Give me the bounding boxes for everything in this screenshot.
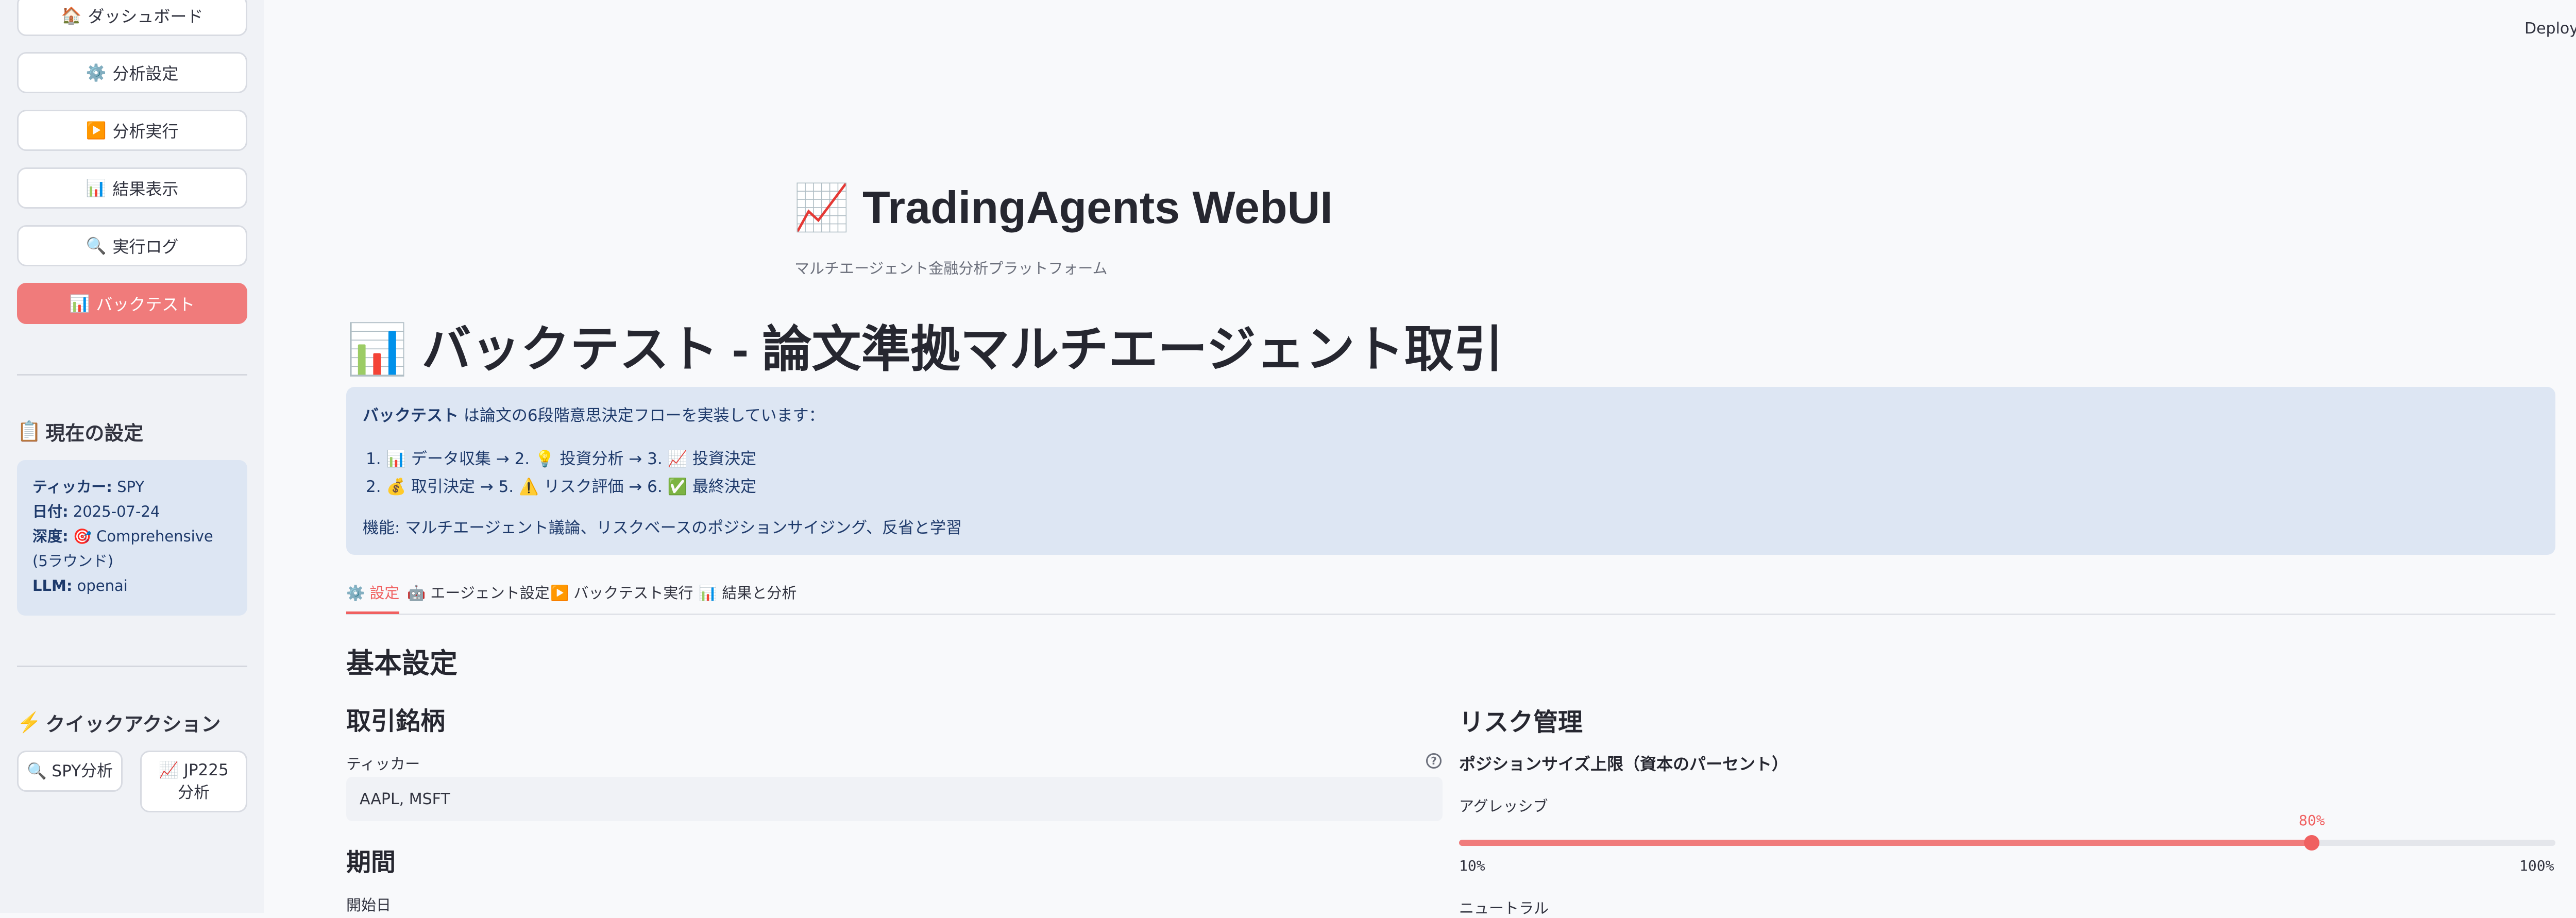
play-icon: ▶️ <box>86 121 107 140</box>
nav-logs-label: 実行ログ <box>112 237 179 257</box>
sidebar: 🏠 ダッシュボード ⚙️ 分析設定 ▶️ 分析実行 📊 結果表示 🔍 実行ログ … <box>0 0 264 913</box>
backtest-tabs: ⚙️ 設定 🤖 エージェント設定 ▶️ バックテスト実行 📊 結果と分析 <box>346 577 2555 615</box>
nav-dashboard-button[interactable]: 🏠 ダッシュボード <box>17 0 247 36</box>
nav-backtest-label: バックテスト <box>96 295 195 314</box>
info-intro-text: は論文の6段階意思決定フローを実装しています： <box>459 406 825 425</box>
aggressive-slider[interactable]: 80% <box>1459 812 2555 851</box>
info-step-1-number: 1. <box>366 450 381 468</box>
sidebar-divider <box>17 374 247 376</box>
ticker-label: ティッカー <box>346 755 420 773</box>
deploy-button[interactable]: Deploy <box>2524 20 2576 38</box>
current-settings-title: 現在の設定 <box>45 423 144 445</box>
bar-chart-icon: 📊 <box>86 178 107 198</box>
help-icon[interactable]: ? <box>1426 753 1442 769</box>
setting-ticker: ティッカー: SPY <box>32 474 232 499</box>
aggressive-label: アグレッシブ <box>1459 797 1548 815</box>
nav-backtest-button[interactable]: 📊 バックテスト <box>17 283 247 324</box>
setting-date: 日付: 2025-07-24 <box>32 499 232 524</box>
tab-results-analysis[interactable]: 📊 結果と分析 <box>699 581 796 614</box>
trading-symbols-heading: 取引銘柄 <box>346 708 446 735</box>
info-step-2-number: 2. <box>366 478 381 496</box>
start-date-label: 開始日 <box>346 896 392 914</box>
info-step-2: 2. 💰 取引決定 → 5. ⚠️ リスク評価 → 6. ✅ 最終決定 <box>366 473 756 497</box>
bar-chart-icon: 📊 <box>69 294 90 313</box>
info-step-2-text: 💰 取引決定 → 5. ⚠️ リスク評価 → 6. ✅ 最終決定 <box>386 478 757 496</box>
lightning-icon: ⚡ <box>17 711 42 734</box>
quick-actions-heading: ⚡ クイックアクション <box>17 708 221 737</box>
aggressive-slider-value: 80% <box>2298 812 2325 829</box>
spy-analysis-button[interactable]: 🔍 SPY分析 <box>17 751 123 792</box>
info-step-1: 1. 📊 データ収集 → 2. 💡 投資分析 → 3. 📈 投資決定 <box>366 446 756 469</box>
info-intro-bold: バックテスト <box>363 406 459 425</box>
slider-min-label: 10% <box>1459 857 1485 874</box>
jp225-analysis-button[interactable]: 📈 JP225分析 <box>140 751 247 812</box>
tab-run-backtest[interactable]: ▶️ バックテスト実行 <box>550 581 693 614</box>
setting-ticker-label: ティッカー: <box>32 478 112 496</box>
tab-agent-settings[interactable]: 🤖 エージェント設定 <box>407 581 550 614</box>
setting-llm-value: openai <box>77 577 128 594</box>
magnifier-icon: 🔍 <box>86 236 107 256</box>
slider-max-label: 100% <box>2519 857 2554 874</box>
nav-results-label: 結果表示 <box>112 179 179 199</box>
info-features: 機能: マルチエージェント議論、リスクベースのポジションサイジング、反省と学習 <box>363 519 962 537</box>
ticker-input[interactable] <box>346 777 1443 821</box>
nav-run-analysis-button[interactable]: ▶️ 分析実行 <box>17 110 247 151</box>
page-title: 📊 バックテスト - 論文準拠マルチエージェント取引 <box>346 322 1503 377</box>
setting-ticker-value: SPY <box>117 478 145 496</box>
gear-icon: ⚙️ <box>86 63 107 82</box>
neutral-label: ニュートラル <box>1459 899 1549 917</box>
setting-depth: 深度: 🎯 Comprehensive (5ラウンド) <box>32 524 232 573</box>
tab-settings[interactable]: ⚙️ 設定 <box>346 581 400 614</box>
nav-logs-button[interactable]: 🔍 実行ログ <box>17 225 247 266</box>
period-heading: 期間 <box>346 849 396 876</box>
aggressive-slider-thumb[interactable] <box>2304 835 2320 851</box>
current-settings-heading: 📋 現在の設定 <box>17 417 143 446</box>
nav-dashboard-label: ダッシュボード <box>88 7 204 26</box>
risk-management-heading: リスク管理 <box>1459 709 1583 736</box>
house-icon: 🏠 <box>61 6 82 25</box>
setting-depth-label: 深度: <box>32 528 69 545</box>
quick-actions-title: クイックアクション <box>45 714 221 736</box>
info-step-1-text: 📊 データ収集 → 2. 💡 投資分析 → 3. 📈 投資決定 <box>386 450 757 468</box>
setting-date-value: 2025-07-24 <box>73 503 160 520</box>
backtest-info-box: バックテスト は論文の6段階意思決定フローを実装しています： 1. 📊 データ収… <box>346 387 2555 555</box>
nav-run-analysis-label: 分析実行 <box>112 122 179 141</box>
basic-settings-heading: 基本設定 <box>346 648 457 679</box>
nav-results-button[interactable]: 📊 結果表示 <box>17 167 247 209</box>
info-intro: バックテスト は論文の6段階意思決定フローを実装しています： <box>363 402 825 426</box>
setting-llm: LLM: openai <box>32 573 232 598</box>
position-cap-heading: ポジションサイズ上限（資本のパーセント） <box>1459 755 1789 773</box>
clipboard-icon: 📋 <box>17 420 42 443</box>
setting-llm-label: LLM: <box>32 577 73 594</box>
app-title: 📈 TradingAgents WebUI <box>793 182 1333 233</box>
current-settings-box: ティッカー: SPY 日付: 2025-07-24 深度: 🎯 Comprehe… <box>17 460 247 616</box>
nav-analysis-settings-button[interactable]: ⚙️ 分析設定 <box>17 52 247 93</box>
app-subtitle: マルチエージェント金融分析プラットフォーム <box>794 260 1108 277</box>
setting-date-label: 日付: <box>32 503 69 520</box>
sidebar-divider <box>17 666 247 667</box>
nav-analysis-settings-label: 分析設定 <box>112 64 179 83</box>
aggressive-slider-fill <box>1459 840 2312 846</box>
